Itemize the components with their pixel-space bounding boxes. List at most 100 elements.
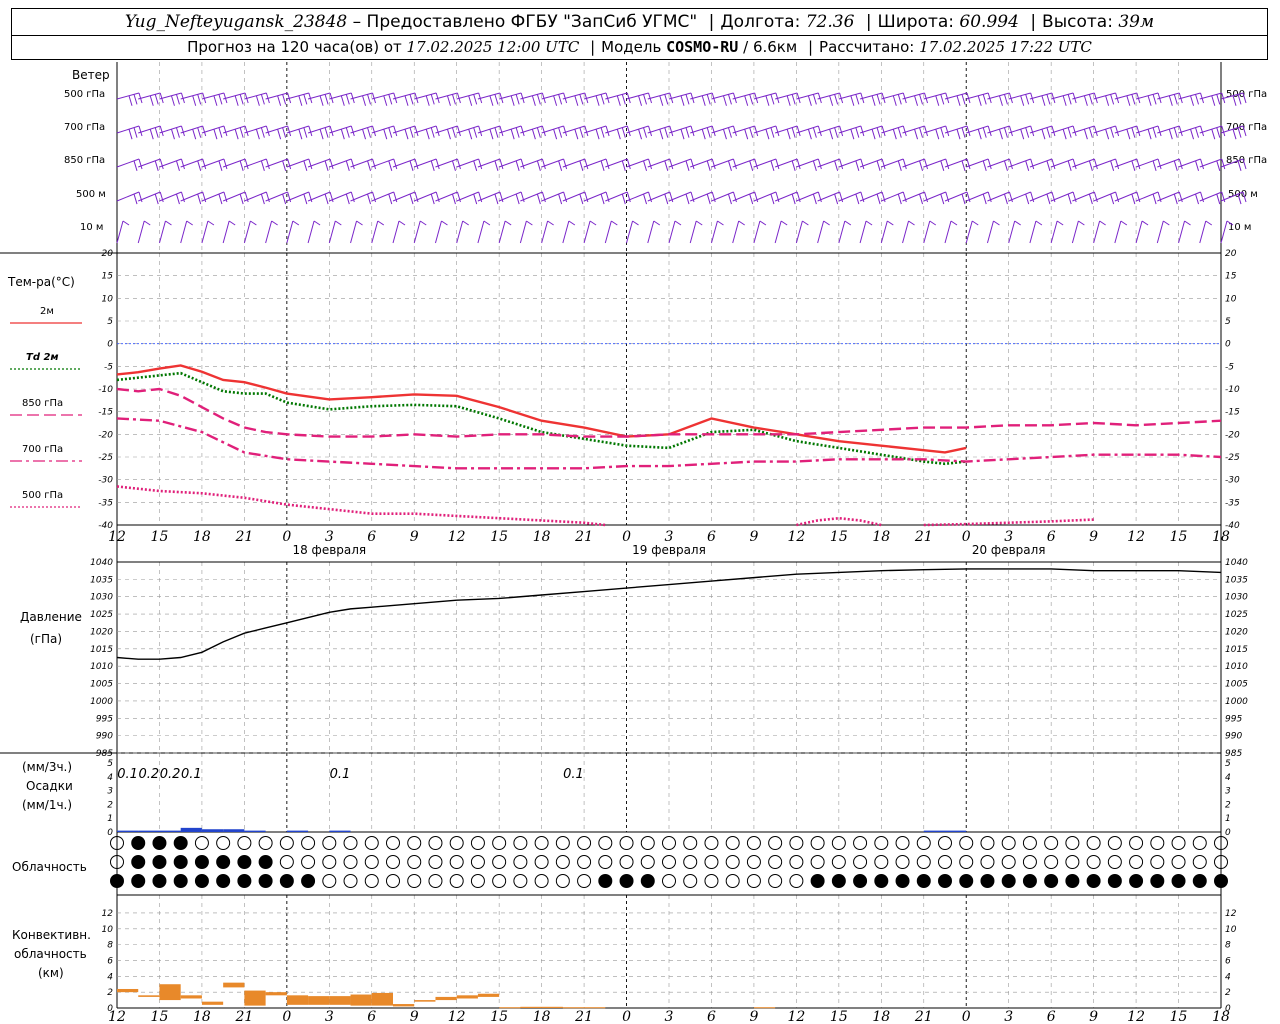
hour-tick-label: 21 [914, 1009, 933, 1024]
wind-barb-feather [478, 125, 483, 137]
wind-barb [499, 92, 525, 106]
wind-barb-feather [940, 94, 945, 105]
wind-barb-feather [643, 160, 648, 171]
wind-barb-shaft [690, 92, 713, 100]
wind-barb-feather [1173, 160, 1178, 171]
wind-barb-feather [292, 220, 300, 226]
wind-barb [1114, 220, 1128, 244]
cloud-symbol [492, 855, 507, 869]
wind-barb-shaft [880, 220, 888, 244]
wind-barb-feather [563, 158, 568, 170]
wind-barb-feather [197, 160, 202, 171]
wind-barb [371, 220, 385, 244]
wind-barb-shaft [775, 92, 798, 100]
wind-barb-feather [775, 158, 780, 170]
wind-barb-feather [531, 95, 536, 106]
cloud-symbol [895, 836, 910, 850]
hour-tick-label: 0 [962, 529, 971, 545]
cloud-symbol [640, 874, 655, 888]
wind-barb-feather [1152, 160, 1157, 171]
wind-barb-feather [611, 220, 618, 226]
wind-barb-feather [579, 160, 584, 171]
hour-tick-label: 15 [830, 1009, 848, 1024]
wind-barb-feather [929, 220, 937, 226]
temp-series-Td-2м [116, 371, 967, 466]
wind-barb-feather [839, 158, 844, 170]
cloud-symbol [938, 855, 952, 869]
cloud-symbol [598, 855, 613, 869]
wind-barb-feather [871, 129, 876, 140]
wind-barb [881, 92, 907, 106]
conv-y-tick-left: 4 [107, 972, 113, 982]
wind-barb-feather [1025, 127, 1030, 138]
wind-barb-feather [579, 193, 584, 205]
wind-barb-feather [197, 193, 202, 205]
wind-barb [371, 158, 398, 171]
wind-barb-feather [1025, 94, 1030, 105]
cloud-symbol [1086, 874, 1101, 888]
hour-tick-label: 12 [1127, 529, 1145, 545]
cloud-symbol [959, 874, 974, 888]
wind-barb-feather [175, 160, 180, 171]
wind-barb-feather [367, 193, 372, 205]
cloud-symbol [216, 855, 231, 869]
wind-barb-feather [324, 94, 329, 105]
wind-barb-feather [1088, 193, 1093, 205]
wind-barb [244, 158, 270, 171]
wind-barb [668, 158, 695, 171]
wind-barb-shaft [753, 92, 777, 100]
wind-barb-shaft [158, 220, 166, 244]
cloud-symbol [364, 874, 379, 888]
temp-y-tick-left: -40 [98, 521, 113, 531]
wind-barb-shaft [201, 220, 209, 244]
wind-barb-feather [680, 95, 685, 106]
wind-barb-shaft [137, 220, 145, 244]
wind-barb-feather [956, 129, 961, 140]
wind-barb [986, 220, 1000, 244]
wind-barb-feather [138, 158, 143, 170]
wind-barb-feather [489, 129, 494, 140]
wind-barb-feather [175, 193, 180, 205]
wind-barb [414, 191, 440, 205]
wind-barb [881, 191, 907, 205]
wind-barb [923, 191, 950, 205]
wind-barb-feather [430, 127, 435, 138]
pres-y-tick-left: 1040 [90, 558, 113, 568]
cloud-symbol [449, 855, 464, 869]
wind-barb-feather [993, 220, 1000, 226]
precip-amount-label: 0.2 [139, 767, 160, 782]
wind-barb-feather [335, 220, 342, 226]
wind-barb [859, 220, 873, 244]
wind-barb-feather [499, 125, 504, 137]
wind-barb-shaft [371, 220, 379, 244]
wind-barb-shaft [795, 220, 803, 244]
wind-barb-shaft [435, 92, 458, 100]
wind-barb-feather [319, 129, 324, 140]
wind-barb-feather [908, 220, 915, 226]
wind-barb [562, 220, 576, 244]
temp-y-tick-right: -30 [1225, 476, 1240, 486]
wind-barb-feather [1056, 220, 1064, 226]
conv-bar [180, 995, 202, 999]
wind-barb-shaft [520, 92, 543, 100]
wind-barb-feather [998, 95, 1003, 106]
wind-barb-shaft [413, 220, 421, 244]
wind-barb-feather [727, 94, 732, 105]
wind-barb-feather [128, 95, 133, 106]
wind-barb-feather [319, 95, 324, 106]
wind-barb [966, 92, 992, 106]
wind-barb-feather [1173, 127, 1178, 138]
wind-barb-feather [791, 94, 796, 105]
wind-barb-feather [255, 95, 260, 106]
wind-barb-feather [982, 160, 987, 171]
wind-barb-feather [138, 125, 143, 137]
wind-barb-feather [1120, 220, 1128, 226]
wind-barb-shaft [859, 220, 867, 244]
wind-barb [668, 220, 682, 244]
pres-y-tick-left: 1010 [90, 662, 113, 672]
cloud-symbol [874, 874, 889, 888]
wind-barb-feather [770, 94, 775, 105]
wind-barb [1135, 92, 1162, 106]
pres-y-tick-right: 990 [1225, 732, 1242, 742]
wind-barb-feather [664, 193, 669, 205]
